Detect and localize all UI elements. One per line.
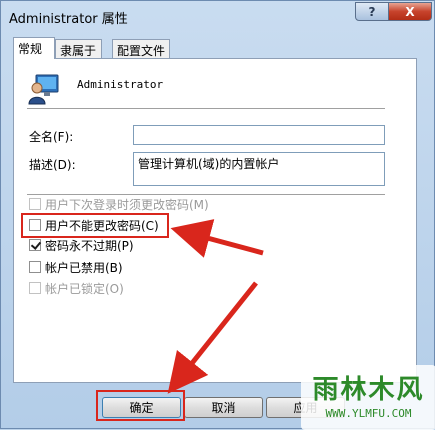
help-button[interactable]: ?	[355, 2, 389, 21]
description-input[interactable]: 管理计算机(域)的内置帐户	[133, 152, 385, 186]
window-title: Administrator 属性	[9, 12, 128, 27]
highlight-box-checkbox	[21, 213, 169, 238]
fullname-label: 全名(F):	[29, 130, 74, 144]
title-bar[interactable]: Administrator 属性 ? X	[1, 1, 434, 31]
properties-dialog: Administrator 属性 ? X 常规 隶属于 配置文件 Adminis…	[0, 0, 435, 430]
watermark-main-text: 雨林木风	[312, 375, 425, 405]
checkbox-account-locked[interactable]: 帐户已锁定(O)	[29, 280, 124, 296]
user-icon	[28, 74, 59, 105]
checkbox-box[interactable]	[29, 198, 41, 210]
checkbox-label: 用户下次登录时须更改密码(M)	[45, 197, 209, 212]
description-label: 描述(D):	[29, 158, 76, 172]
tab-member-of[interactable]: 隶属于	[55, 39, 102, 59]
watermark-url-text: WWW.YLMFU.COM	[325, 407, 412, 420]
separator	[27, 108, 385, 109]
cancel-button[interactable]: 取消	[184, 397, 263, 418]
tab-general[interactable]: 常规	[13, 37, 55, 59]
user-name: Administrator	[77, 78, 164, 91]
checkbox-label: 密码永不过期(P)	[45, 238, 134, 253]
watermark-logo: 雨林木风 WWW.YLMFU.COM	[301, 365, 435, 430]
checkbox-password-never-expires[interactable]: 密码永不过期(P)	[29, 237, 134, 253]
fullname-input[interactable]	[133, 125, 385, 145]
checkbox-box[interactable]	[29, 239, 41, 251]
checkbox-label: 帐户已禁用(B)	[45, 260, 123, 275]
checkbox-must-change-password[interactable]: 用户下次登录时须更改密码(M)	[29, 196, 209, 212]
highlight-box-ok-button	[96, 390, 185, 421]
checkbox-label: 帐户已锁定(O)	[45, 281, 124, 296]
checkbox-box[interactable]	[29, 261, 41, 273]
checkbox-account-disabled[interactable]: 帐户已禁用(B)	[29, 259, 123, 275]
close-button[interactable]: X	[388, 2, 432, 21]
checkbox-box[interactable]	[29, 282, 41, 294]
tab-profile[interactable]: 配置文件	[112, 39, 170, 59]
